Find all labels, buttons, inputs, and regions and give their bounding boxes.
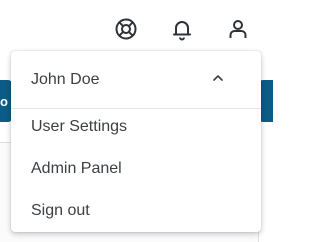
user-name: John Doe xyxy=(31,70,100,88)
user-dropdown-menu: John Doe User Settings Admin Panel Sign … xyxy=(11,51,261,232)
menu-item-user-settings[interactable]: User Settings xyxy=(11,107,261,147)
user-icon[interactable] xyxy=(225,16,251,42)
background-primary-button-right[interactable] xyxy=(259,80,273,122)
menu-item-admin-panel[interactable]: Admin Panel xyxy=(11,149,261,189)
bell-icon[interactable] xyxy=(169,16,195,42)
background-button-label: o xyxy=(0,93,8,109)
menu-item-sign-out[interactable]: Sign out xyxy=(11,191,261,231)
menu-item-label: Sign out xyxy=(31,202,90,219)
menu-item-label: User Settings xyxy=(31,118,128,135)
menu-item-label: Admin Panel xyxy=(31,160,122,177)
lifebuoy-icon[interactable] xyxy=(113,16,139,42)
user-menu-toggle[interactable]: John Doe xyxy=(11,51,261,109)
chevron-up-icon xyxy=(213,75,223,81)
